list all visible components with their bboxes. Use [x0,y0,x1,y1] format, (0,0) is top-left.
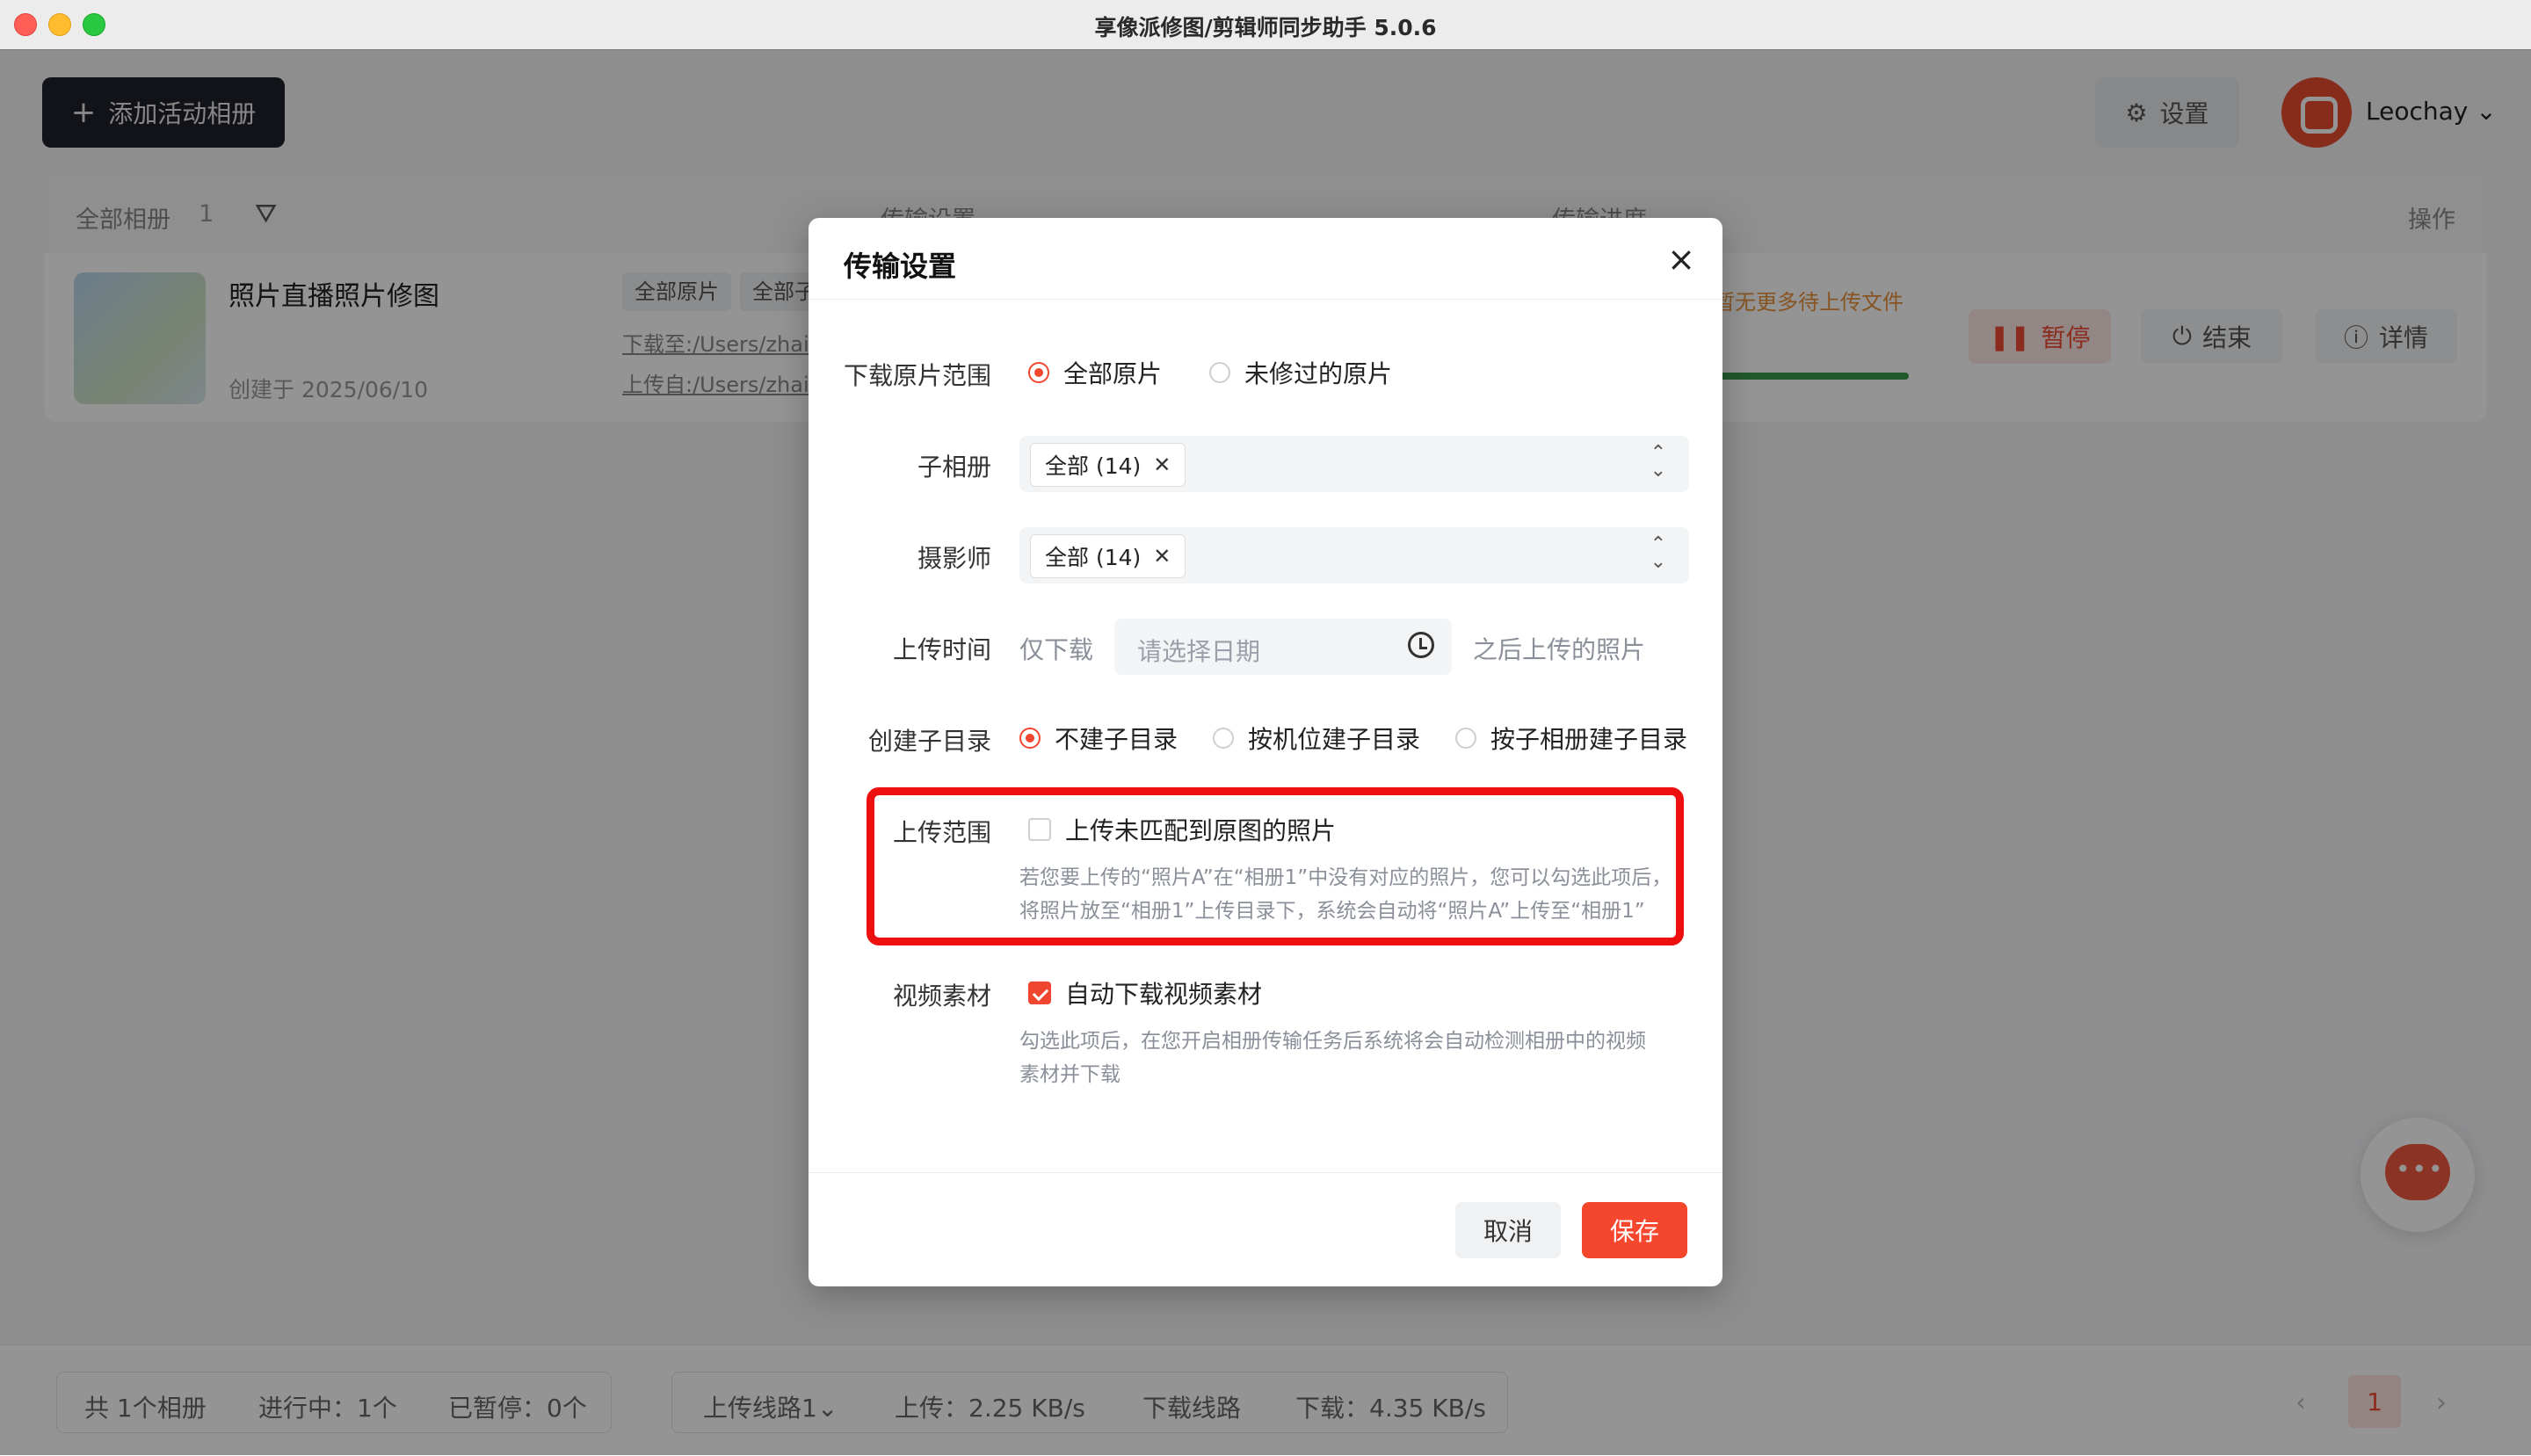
subdir-label: 创建子目录 [868,727,992,756]
date-placeholder: 请选择日期 [1137,637,1261,666]
radio-by-camera-label: 按机位建子目录 [1248,725,1421,754]
transfer-settings-dialog: 传输设置 × 下载原片范围 全部原片 未修过的原片 子相册 全部 (14) ✕ … [809,218,1722,1286]
download-range-label: 下载原片范围 [844,361,992,390]
photographer-chip: 全部 (14) ✕ [1030,534,1186,578]
cancel-button[interactable]: 取消 [1455,1202,1561,1258]
upload-unmatched-checkbox[interactable]: 上传未匹配到原图的照片 [1028,812,1336,847]
radio-unchecked-icon [1455,728,1476,749]
video-label: 视频素材 [893,982,992,1011]
help-line: 素材并下载 [1019,1063,1120,1086]
remove-chip-icon[interactable]: ✕ [1153,544,1171,569]
upload-time-prefix: 仅下载 [1019,635,1094,664]
checkbox-checked-icon [1028,982,1051,1004]
save-button[interactable]: 保存 [1582,1202,1687,1258]
radio-unretouched-label: 未修过的原片 [1244,359,1393,388]
remove-chip-icon[interactable]: ✕ [1153,453,1171,477]
radio-unchecked-icon [1209,362,1230,383]
photographer-select[interactable]: 全部 (14) ✕ ⌃ ⌄ [1019,527,1689,583]
divider [809,1172,1722,1173]
upload-range-help: 若您要上传的“照片A”在“相册1”中没有对应的照片，您可以勾选此项后， 将照片放… [1019,861,1705,928]
up-down-chevron-icon: ⌃ ⌄ [1650,442,1666,482]
date-picker-input[interactable]: 请选择日期 [1114,619,1452,675]
radio-unretouched[interactable]: 未修过的原片 [1209,355,1392,390]
upload-unmatched-label: 上传未匹配到原图的照片 [1065,816,1337,845]
help-line: 勾选此项后，在您开启相册传输任务后系统将会自动检测相册中的视频 [1019,1030,1646,1053]
radio-by-camera[interactable]: 按机位建子目录 [1213,721,1420,756]
video-help: 勾选此项后，在您开启相册传输任务后系统将会自动检测相册中的视频 素材并下载 [1019,1025,1705,1091]
title-bar: 享像派修图/剪辑师同步助手 5.0.6 [0,0,2531,50]
dialog-title: 传输设置 [844,250,957,283]
sub-album-label: 子相册 [917,453,992,482]
radio-no-subdir[interactable]: 不建子目录 [1019,721,1178,756]
radio-no-subdir-label: 不建子目录 [1055,725,1178,754]
auto-download-video-label: 自动下载视频素材 [1065,980,1263,1009]
upload-range-label: 上传范围 [893,818,992,847]
help-line: 若您要上传的“照片A”在“相册1”中没有对应的照片，您可以勾选此项后， [1019,866,1672,889]
upload-time-label: 上传时间 [893,635,992,664]
checkbox-unchecked-icon [1028,818,1051,841]
radio-by-sub-album[interactable]: 按子相册建子目录 [1455,721,1687,756]
radio-checked-icon [1019,728,1041,749]
radio-checked-icon [1028,362,1049,383]
radio-all-originals-label: 全部原片 [1063,359,1163,388]
divider [809,299,1722,300]
window-title: 享像派修图/剪辑师同步助手 5.0.6 [1094,15,1437,40]
radio-all-originals[interactable]: 全部原片 [1028,355,1162,390]
photographer-chip-label: 全部 (14) [1045,545,1142,570]
radio-unchecked-icon [1213,728,1234,749]
sub-album-chip: 全部 (14) ✕ [1030,443,1186,487]
radio-by-sub-album-label: 按子相册建子目录 [1490,725,1688,754]
help-line: 将照片放至“相册1”上传目录下，系统会自动将“照片A”上传至“相册1” [1019,900,1645,923]
sub-album-select[interactable]: 全部 (14) ✕ ⌃ ⌄ [1019,436,1689,492]
clock-icon[interactable] [1408,632,1434,658]
close-icon[interactable]: × [1659,237,1703,281]
auto-download-video-checkbox[interactable]: 自动下载视频素材 [1028,975,1262,1011]
sub-album-chip-label: 全部 (14) [1045,453,1142,479]
upload-time-suffix: 之后上传的照片 [1473,635,1646,664]
photographer-label: 摄影师 [917,544,992,573]
up-down-chevron-icon: ⌃ ⌄ [1650,533,1666,573]
